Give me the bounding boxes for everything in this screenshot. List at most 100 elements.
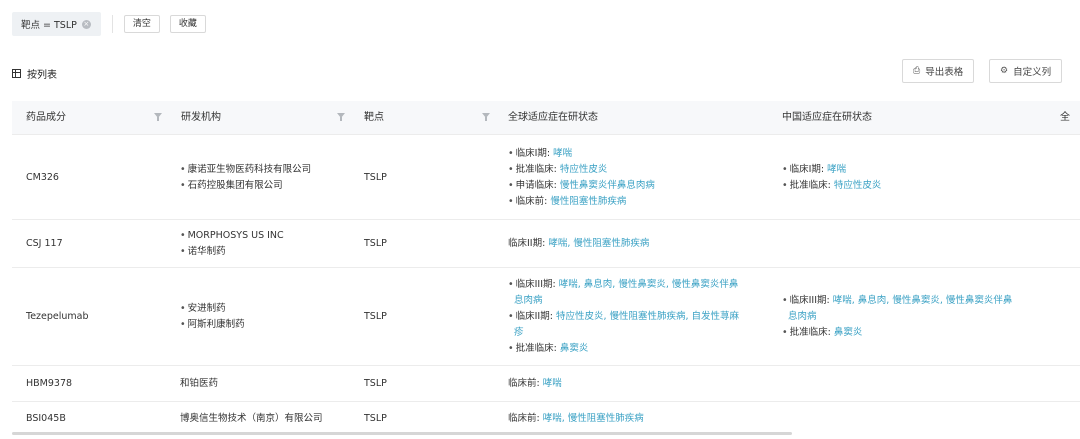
phase-label: 临床II期:	[515, 311, 553, 322]
target-link[interactable]: TSLP	[364, 268, 387, 366]
phase-label: 批准临床:	[789, 327, 831, 338]
indication-link[interactable]: 息肉病	[508, 293, 739, 309]
phase-label: 批准临床:	[789, 179, 831, 191]
filter-tag-label: 靶点 = TSLP	[21, 20, 77, 31]
gear-icon: ⚙	[1000, 66, 1009, 76]
column-header-org[interactable]: 研发机构	[181, 101, 221, 135]
status-item: 批准临床: 鼻窦炎	[782, 325, 1012, 341]
indication-link[interactable]: 特应性皮炎, 慢性阻塞性肺疾病, 自发性荨麻	[556, 311, 739, 322]
status-item: 临床前: 哮喘, 慢性阻塞性肺疾病	[508, 411, 644, 427]
phase-label: 申请临床:	[515, 179, 557, 191]
org-item: MORPHOSYS US INC	[180, 228, 284, 244]
phase-label: 临床前:	[508, 412, 540, 424]
china-status-list: 临床I期: 哮喘 批准临床: 特应性皮炎	[782, 135, 882, 220]
drug-name-link[interactable]: BSI045B	[26, 402, 66, 435]
phase-label: 临床I期:	[515, 147, 551, 159]
filter-icon[interactable]	[482, 113, 490, 122]
table-row: BSI045B 博奥信生物技术（南京）有限公司 TSLP 临床前: 哮喘, 慢性…	[12, 402, 1080, 435]
indication-link[interactable]: 特应性皮炎	[560, 164, 608, 175]
org-name: 博奥信生物技术（南京）有限公司	[180, 412, 323, 424]
export-label: 导出表格	[925, 67, 964, 78]
phase-label: 临床III期:	[515, 279, 556, 290]
column-header-china-status[interactable]: 中国适应症在研状态	[782, 101, 872, 135]
export-icon: ⎙	[913, 66, 921, 76]
phase-label: 批准临床:	[515, 343, 557, 354]
customize-columns-button[interactable]: ⚙ 自定义列	[989, 59, 1063, 83]
customize-label: 自定义列	[1013, 67, 1052, 78]
status-item: 临床前: 慢性阻塞性肺疾病	[508, 194, 655, 210]
table-row: Tezepelumab 安进制药 阿斯利康制药 TSLP 临床III期: 哮喘,…	[12, 268, 1080, 366]
global-status-list: 临床I期: 哮喘 批准临床: 特应性皮炎 申请临床: 慢性鼻窦炎伴鼻息肉病 临床…	[508, 135, 655, 220]
column-header-more[interactable]: 全	[1060, 101, 1070, 135]
org-item: 诺华制药	[180, 244, 284, 260]
target-link[interactable]: TSLP	[364, 366, 387, 402]
close-icon[interactable]: ×	[81, 19, 91, 29]
column-header-target[interactable]: 靶点	[364, 101, 384, 135]
table-row: CM326 康诺亚生物医药科技有限公司 石药控股集团有限公司 TSLP 临床I期…	[12, 135, 1080, 220]
org-list: 康诺亚生物医药科技有限公司 石药控股集团有限公司	[180, 135, 312, 220]
drug-name-link[interactable]: Tezepelumab	[26, 268, 89, 366]
horizontal-scrollbar[interactable]	[12, 432, 792, 435]
indication-link[interactable]: 哮喘, 鼻息肉, 慢性鼻窦炎, 慢性鼻窦炎伴鼻	[559, 279, 739, 290]
table-grid-icon	[12, 69, 21, 78]
table-header: 药品成分 研发机构 靶点 全球适应症在研状态 中国适应症在研状态 全	[12, 101, 1080, 135]
indication-link[interactable]: 哮喘, 慢性阻塞性肺疾病	[543, 413, 644, 424]
column-header-drug[interactable]: 药品成分	[26, 101, 66, 135]
export-table-button[interactable]: ⎙ 导出表格	[902, 59, 975, 83]
status-item: 申请临床: 慢性鼻窦炎伴鼻息肉病	[508, 178, 655, 194]
status-item: 临床III期: 哮喘, 鼻息肉, 慢性鼻窦炎, 慢性鼻窦炎伴鼻	[508, 277, 739, 293]
indication-link[interactable]: 慢性鼻窦炎伴鼻息肉病	[560, 180, 655, 191]
status-item: 批准临床: 特应性皮炎	[782, 178, 882, 194]
indication-link[interactable]: 哮喘, 鼻息肉, 慢性鼻窦炎, 慢性鼻窦炎伴鼻	[833, 295, 1013, 306]
drug-name-link[interactable]: CM326	[26, 135, 59, 220]
indication-link[interactable]: 哮喘	[553, 148, 572, 159]
global-status: 临床II期: 哮喘, 慢性阻塞性肺疾病	[508, 220, 649, 268]
org-item: 石药控股集团有限公司	[180, 178, 311, 194]
org-item: 安进制药	[180, 301, 245, 317]
org-list: MORPHOSYS US INC 诺华制药	[180, 220, 284, 268]
org-item: 阿斯利康制药	[180, 317, 245, 333]
drug-name-link[interactable]: CSJ 117	[26, 220, 63, 268]
indication-link[interactable]: 哮喘	[827, 164, 846, 175]
filter-icon[interactable]	[337, 113, 345, 122]
phase-label: 批准临床:	[515, 163, 557, 175]
filter-bar: 靶点 = TSLP × 清空 收藏	[12, 11, 216, 37]
status-item: 临床I期: 哮喘	[782, 162, 881, 178]
global-status-list: 临床III期: 哮喘, 鼻息肉, 慢性鼻窦炎, 慢性鼻窦炎伴鼻 息肉病 临床II…	[508, 268, 739, 366]
global-status: 临床前: 哮喘, 慢性阻塞性肺疾病	[508, 402, 644, 435]
status-item: 临床前: 哮喘	[508, 376, 562, 392]
phase-label: 临床I期:	[789, 163, 825, 175]
divider	[111, 15, 113, 33]
filter-icon[interactable]	[154, 113, 162, 122]
phase-label: 临床III期:	[789, 295, 830, 306]
table-row: HBM9378 和铂医药 TSLP 临床前: 哮喘	[12, 366, 1080, 402]
drug-table: 药品成分 研发机构 靶点 全球适应症在研状态 中国适应症在研状态 全 CM326…	[12, 101, 1080, 435]
phase-label: 临床前:	[508, 378, 540, 389]
status-item: 临床III期: 哮喘, 鼻息肉, 慢性鼻窦炎, 慢性鼻窦炎伴鼻	[782, 293, 1013, 309]
drug-name-link[interactable]: HBM9378	[26, 366, 72, 402]
phase-label: 临床前:	[515, 195, 548, 207]
global-status: 临床前: 哮喘	[508, 366, 562, 402]
indication-link[interactable]: 鼻窦炎	[560, 343, 589, 354]
favorite-button[interactable]: 收藏	[169, 15, 206, 33]
target-link[interactable]: TSLP	[364, 220, 387, 268]
org-item: 康诺亚生物医药科技有限公司	[180, 162, 312, 178]
indication-link[interactable]: 特应性皮炎	[834, 180, 882, 191]
indication-link[interactable]: 哮喘, 慢性阻塞性肺疾病	[548, 238, 649, 249]
column-header-global-status[interactable]: 全球适应症在研状态	[508, 101, 598, 135]
indication-link[interactable]: 疹	[508, 325, 739, 341]
filter-tag[interactable]: 靶点 = TSLP ×	[12, 12, 101, 36]
status-item: 临床II期: 哮喘, 慢性阻塞性肺疾病	[508, 236, 649, 252]
china-status-list: 临床III期: 哮喘, 鼻息肉, 慢性鼻窦炎, 慢性鼻窦炎伴鼻 息肉病 批准临床…	[782, 268, 1012, 366]
status-item: 临床II期: 特应性皮炎, 慢性阻塞性肺疾病, 自发性荨麻	[508, 309, 739, 325]
section-title: 按列表	[12, 66, 57, 81]
indication-link[interactable]: 息肉病	[782, 309, 1012, 325]
target-link[interactable]: TSLP	[364, 135, 387, 220]
status-item: 批准临床: 特应性皮炎	[508, 162, 655, 178]
clear-button[interactable]: 清空	[123, 15, 160, 33]
target-link[interactable]: TSLP	[364, 402, 387, 435]
indication-link[interactable]: 哮喘	[543, 378, 562, 389]
indication-link[interactable]: 鼻窦炎	[834, 327, 863, 338]
indication-link[interactable]: 慢性阻塞性肺疾病	[550, 196, 626, 207]
status-item: 批准临床: 鼻窦炎	[508, 341, 739, 357]
